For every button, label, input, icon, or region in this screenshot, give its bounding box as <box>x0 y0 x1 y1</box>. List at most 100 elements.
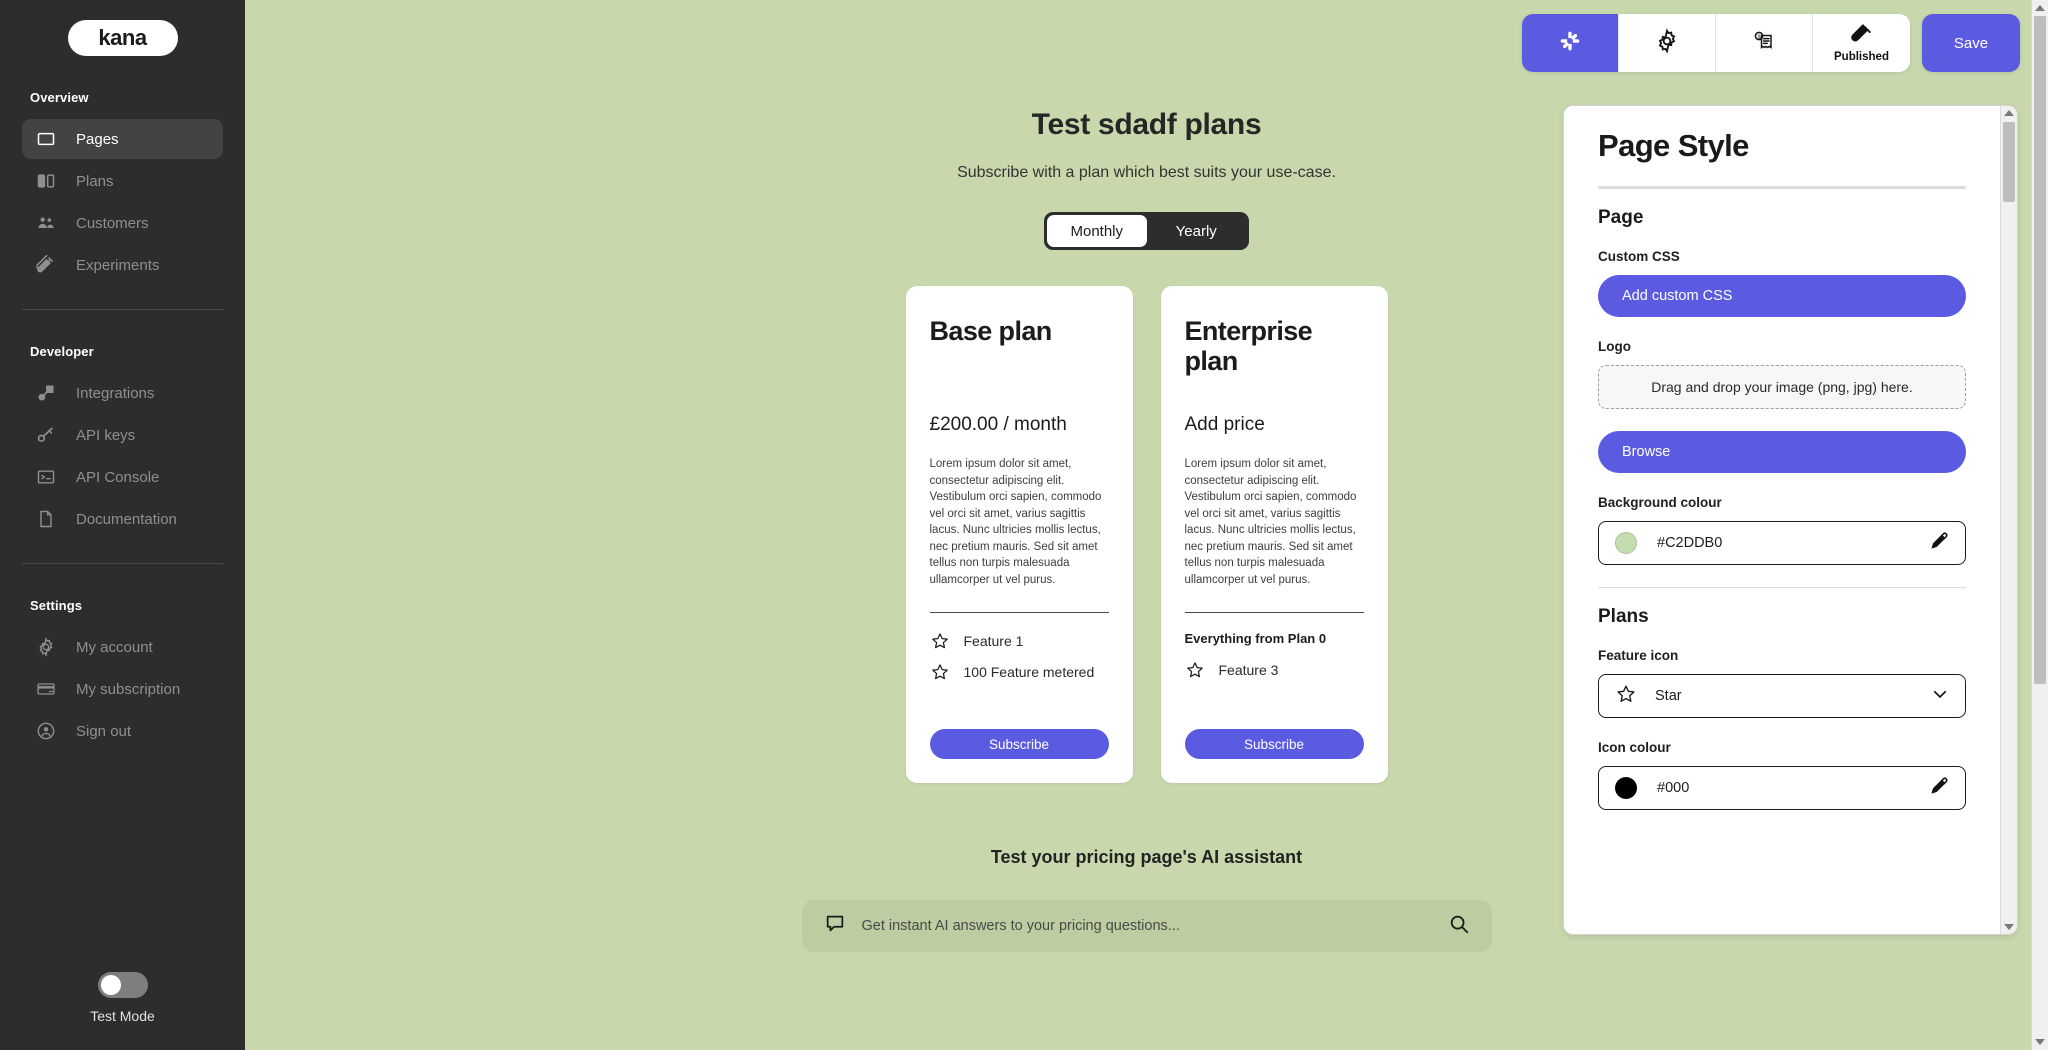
logo-dropzone[interactable]: Drag and drop your image (png, jpg) here… <box>1598 365 1966 409</box>
sidebar-item-plans[interactable]: Plans <box>22 161 223 201</box>
background-colour-swatch <box>1615 532 1637 554</box>
nav-section-overview: Overview Pages Plans Customers Experimen… <box>0 56 245 287</box>
plan-price[interactable]: Add price <box>1185 414 1364 436</box>
sidebar-item-sign-out[interactable]: Sign out <box>22 711 223 751</box>
background-colour-field[interactable]: #C2DDB0 <box>1598 521 1966 565</box>
icon-colour-value: #000 <box>1657 780 1690 796</box>
billing-option-yearly[interactable]: Yearly <box>1147 215 1247 247</box>
sidebar-item-my-account[interactable]: My account <box>22 627 223 667</box>
scroll-up-icon[interactable] <box>2001 106 2017 120</box>
sidebar-item-pages[interactable]: Pages <box>22 119 223 159</box>
feature-icon-value: Star <box>1655 688 1682 704</box>
plan-divider <box>929 612 1109 614</box>
eyedropper-icon[interactable] <box>1929 776 1949 801</box>
plan-price[interactable]: £200.00 / month <box>930 414 1109 436</box>
plan-divider <box>1184 612 1364 614</box>
plan-description: Lorem ipsum dolor sit amet, consectetur … <box>929 458 1102 586</box>
background-colour-label: Background colour <box>1598 495 1722 510</box>
sidebar-item-experiments[interactable]: Experiments <box>22 245 223 285</box>
chevron-down-icon[interactable] <box>1931 685 1949 708</box>
panel-title: Page Style <box>1598 128 1749 163</box>
nav-heading-developer: Developer <box>30 344 94 359</box>
card-spacer <box>930 693 1109 709</box>
plan-feature-label: Feature 1 <box>963 633 1024 650</box>
window-icon <box>36 129 56 149</box>
nav-heading-overview: Overview <box>30 90 89 105</box>
nav-heading-settings: Settings <box>30 598 83 613</box>
svg-text:$: $ <box>1758 34 1761 40</box>
plan-card[interactable]: Enterprise plan Add price Lorem ipsum do… <box>1160 286 1388 784</box>
test-tube-icon <box>1850 23 1873 49</box>
page-scroll-up-icon[interactable] <box>2032 0 2048 16</box>
sidebar-item-integrations[interactable]: Integrations <box>22 373 223 413</box>
feature-icon-select[interactable]: Star <box>1598 674 1966 718</box>
sidebar-item-label: Documentation <box>76 510 177 528</box>
sidebar-item-customers[interactable]: Customers <box>22 203 223 243</box>
sidebar-item-label: Pages <box>76 130 119 148</box>
panel-section-plans-heading: Plans <box>1598 606 1649 627</box>
plan-name: Base plan <box>929 316 1053 346</box>
sidebar-item-label: Customers <box>76 214 149 232</box>
test-mode-label: Test Mode <box>90 1008 155 1024</box>
logo[interactable]: kana <box>67 20 178 56</box>
tab-page-style[interactable] <box>1522 14 1619 72</box>
plan-feature: Feature 3 <box>1185 660 1364 680</box>
panel-scrollbar-thumb[interactable] <box>2003 122 2015 202</box>
top-toolbar: $ Published Save <box>1522 14 2020 72</box>
star-icon <box>1615 683 1637 710</box>
billing-period-toggle: Monthly Yearly <box>1044 212 1249 250</box>
page-scrollbar-thumb[interactable] <box>2034 16 2046 684</box>
toggle-knob <box>100 975 121 995</box>
add-custom-css-button[interactable]: Add custom CSS <box>1598 275 1966 317</box>
chat-bubble-icon <box>824 913 846 940</box>
browse-button[interactable]: Browse <box>1598 431 1966 473</box>
sidebar-item-api-keys[interactable]: API keys <box>22 415 223 455</box>
test-tube-icon <box>36 255 56 275</box>
gear-icon <box>1654 28 1680 57</box>
star-icon <box>1185 660 1205 680</box>
terminal-icon <box>36 467 56 487</box>
app-root: kana Overview Pages Plans Customers Expe… <box>0 0 2048 1050</box>
sidebar-item-documentation[interactable]: Documentation <box>22 499 223 539</box>
plan-name: Enterprise plan <box>1184 316 1313 377</box>
user-circle-icon <box>36 721 56 741</box>
panel-scrollbar[interactable] <box>2000 106 2017 934</box>
tab-published[interactable]: Published <box>1813 14 1910 72</box>
sidebar-item-label: Plans <box>76 172 114 190</box>
search-icon[interactable] <box>1448 913 1470 940</box>
plan-feature-label: 100 Feature metered <box>963 664 1095 681</box>
plan-card[interactable]: Base plan £200.00 / month Lorem ipsum do… <box>905 286 1133 784</box>
panel-section-page-heading: Page <box>1598 207 1644 228</box>
page-style-panel: Page Style Page Custom CSS Add custom CS… <box>1563 105 2018 935</box>
icon-colour-label: Icon colour <box>1598 740 1671 755</box>
subscribe-button[interactable]: Subscribe <box>1184 729 1364 760</box>
people-icon <box>36 213 56 233</box>
tab-settings[interactable] <box>1619 14 1716 72</box>
sidebar-item-label: API Console <box>76 468 160 486</box>
plan-feature: 100 Feature metered <box>930 662 1109 682</box>
active-tab-pointer <box>1561 71 1579 72</box>
billing-option-monthly[interactable]: Monthly <box>1047 215 1147 247</box>
test-mode-toggle[interactable] <box>97 972 148 998</box>
sidebar-item-label: Integrations <box>76 384 155 402</box>
icon-colour-field[interactable]: #000 <box>1598 766 1966 810</box>
page-scroll-down-icon[interactable] <box>2032 1034 2048 1050</box>
sidebar-item-label: API keys <box>76 426 136 444</box>
test-mode-control: Test Mode <box>0 972 245 1024</box>
sidebar-item-my-subscription[interactable]: My subscription <box>22 669 223 709</box>
ai-search-bar[interactable]: Get instant AI answers to your pricing q… <box>801 900 1492 953</box>
logo-label: Logo <box>1598 339 1631 354</box>
background-colour-value: #C2DDB0 <box>1657 535 1723 551</box>
page-scrollbar[interactable] <box>2031 0 2048 1050</box>
sidebar-item-api-console[interactable]: API Console <box>22 457 223 497</box>
eyedropper-icon[interactable] <box>1929 531 1949 556</box>
subscribe-button[interactable]: Subscribe <box>929 729 1109 760</box>
scroll-down-icon[interactable] <box>2001 920 2017 934</box>
save-button[interactable]: Save <box>1922 14 2020 72</box>
gear-icon <box>36 637 56 657</box>
tab-billing[interactable]: $ <box>1716 14 1813 72</box>
sidebar-item-label: Experiments <box>76 256 160 274</box>
credit-card-icon <box>36 679 56 699</box>
